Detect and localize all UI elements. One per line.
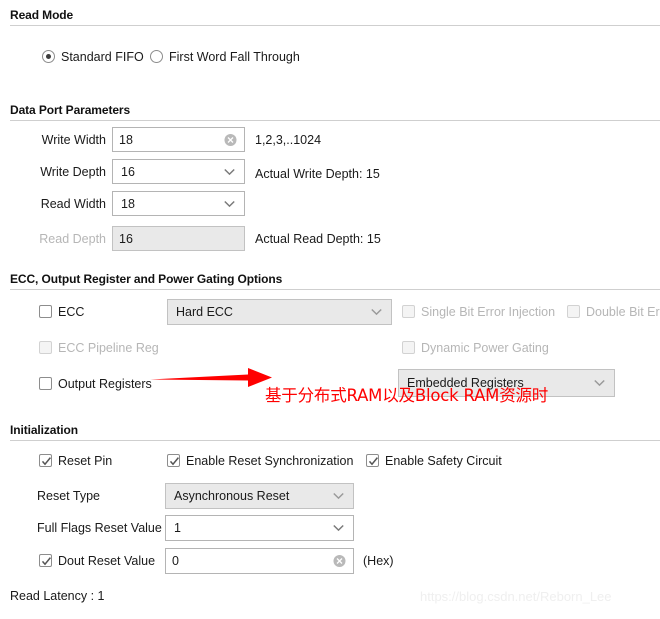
input-read-depth: 16 [112,226,245,251]
select-reset-type[interactable]: Asynchronous Reset [165,483,354,509]
read-latency-status: Read Latency : 1 [10,589,105,603]
label-ecc: ECC [58,305,85,319]
select-ecc-mode[interactable]: Hard ECC [167,299,392,325]
chevron-down-icon [333,524,344,532]
section-divider-data-port-parameters [10,120,660,121]
checkbox-single-bit-error-injection [402,305,415,318]
check-icon [41,457,51,466]
label-write-depth: Write Depth [40,165,106,179]
section-divider-ecc-options [10,289,660,290]
label-double-bit-error-injection: Double Bit Err [586,305,660,319]
checkbox-enable-reset-synchronization[interactable] [167,454,180,467]
select-write-depth[interactable]: 16 [112,159,245,184]
label-dout-hex-suffix: (Hex) [363,554,394,568]
select-read-width[interactable]: 18 [112,191,245,216]
clear-icon[interactable] [224,133,237,146]
section-divider-read-mode [10,25,660,26]
section-header-data-port-parameters: Data Port Parameters [10,103,131,117]
checkbox-dynamic-power-gating [402,341,415,354]
label-dout-reset-value: Dout Reset Value [58,554,156,568]
label-enable-reset-synchronization: Enable Reset Synchronization [186,454,354,468]
label-read-width: Read Width [40,197,106,211]
label-full-flags-reset-value: Full Flags Reset Value [37,521,162,535]
check-icon [368,457,378,466]
input-write-width[interactable]: 18 [112,127,245,152]
checkbox-ecc[interactable] [39,305,52,318]
label-read-depth: Read Depth [39,232,106,246]
clear-icon[interactable] [333,555,346,568]
checkbox-double-bit-error-injection [567,305,580,318]
label-single-bit-error-injection: Single Bit Error Injection [421,305,556,319]
hint-read-depth: Actual Read Depth: 15 [255,232,381,246]
annotation-arrow-icon [150,368,272,387]
section-divider-initialization [10,440,660,441]
input-dout-reset-value[interactable]: 0 [165,548,354,574]
chevron-down-icon [224,168,235,175]
select-full-flags-reset-value[interactable]: 1 [165,515,354,541]
section-header-ecc-options: ECC, Output Register and Power Gating Op… [10,272,283,286]
check-icon [41,557,51,566]
checkbox-dout-reset-value[interactable] [39,554,52,567]
chevron-down-icon [594,379,605,387]
label-write-width: Write Width [41,133,106,147]
chevron-down-icon [333,492,344,500]
radio-label-first-word-fall-through: First Word Fall Through [169,50,300,64]
check-icon [169,457,179,466]
annotation-text: 基于分布式RAM以及Block RAM资源时 [265,386,549,405]
label-enable-safety-circuit: Enable Safety Circuit [385,454,502,468]
hint-write-depth: Actual Write Depth: 15 [255,167,380,181]
hint-write-width: 1,2,3,..1024 [255,133,322,147]
checkbox-output-registers[interactable] [39,377,52,390]
chevron-down-icon [224,200,235,207]
radio-label-standard-fifo: Standard FIFO [61,50,144,64]
label-output-registers: Output Registers [58,377,152,391]
section-header-read-mode: Read Mode [10,8,74,22]
section-header-initialization: Initialization [10,423,78,437]
checkbox-ecc-pipeline-reg [39,341,52,354]
radio-standard-fifo[interactable] [42,50,55,63]
checkbox-enable-safety-circuit[interactable] [366,454,379,467]
label-ecc-pipeline-reg: ECC Pipeline Reg [58,341,159,355]
label-reset-type: Reset Type [37,489,101,503]
watermark-text: https://blog.csdn.net/Reborn_Lee [420,589,612,604]
label-reset-pin: Reset Pin [58,454,113,468]
label-dynamic-power-gating: Dynamic Power Gating [421,341,549,355]
chevron-down-icon [371,308,382,316]
checkbox-reset-pin[interactable] [39,454,52,467]
radio-first-word-fall-through[interactable] [150,50,163,63]
